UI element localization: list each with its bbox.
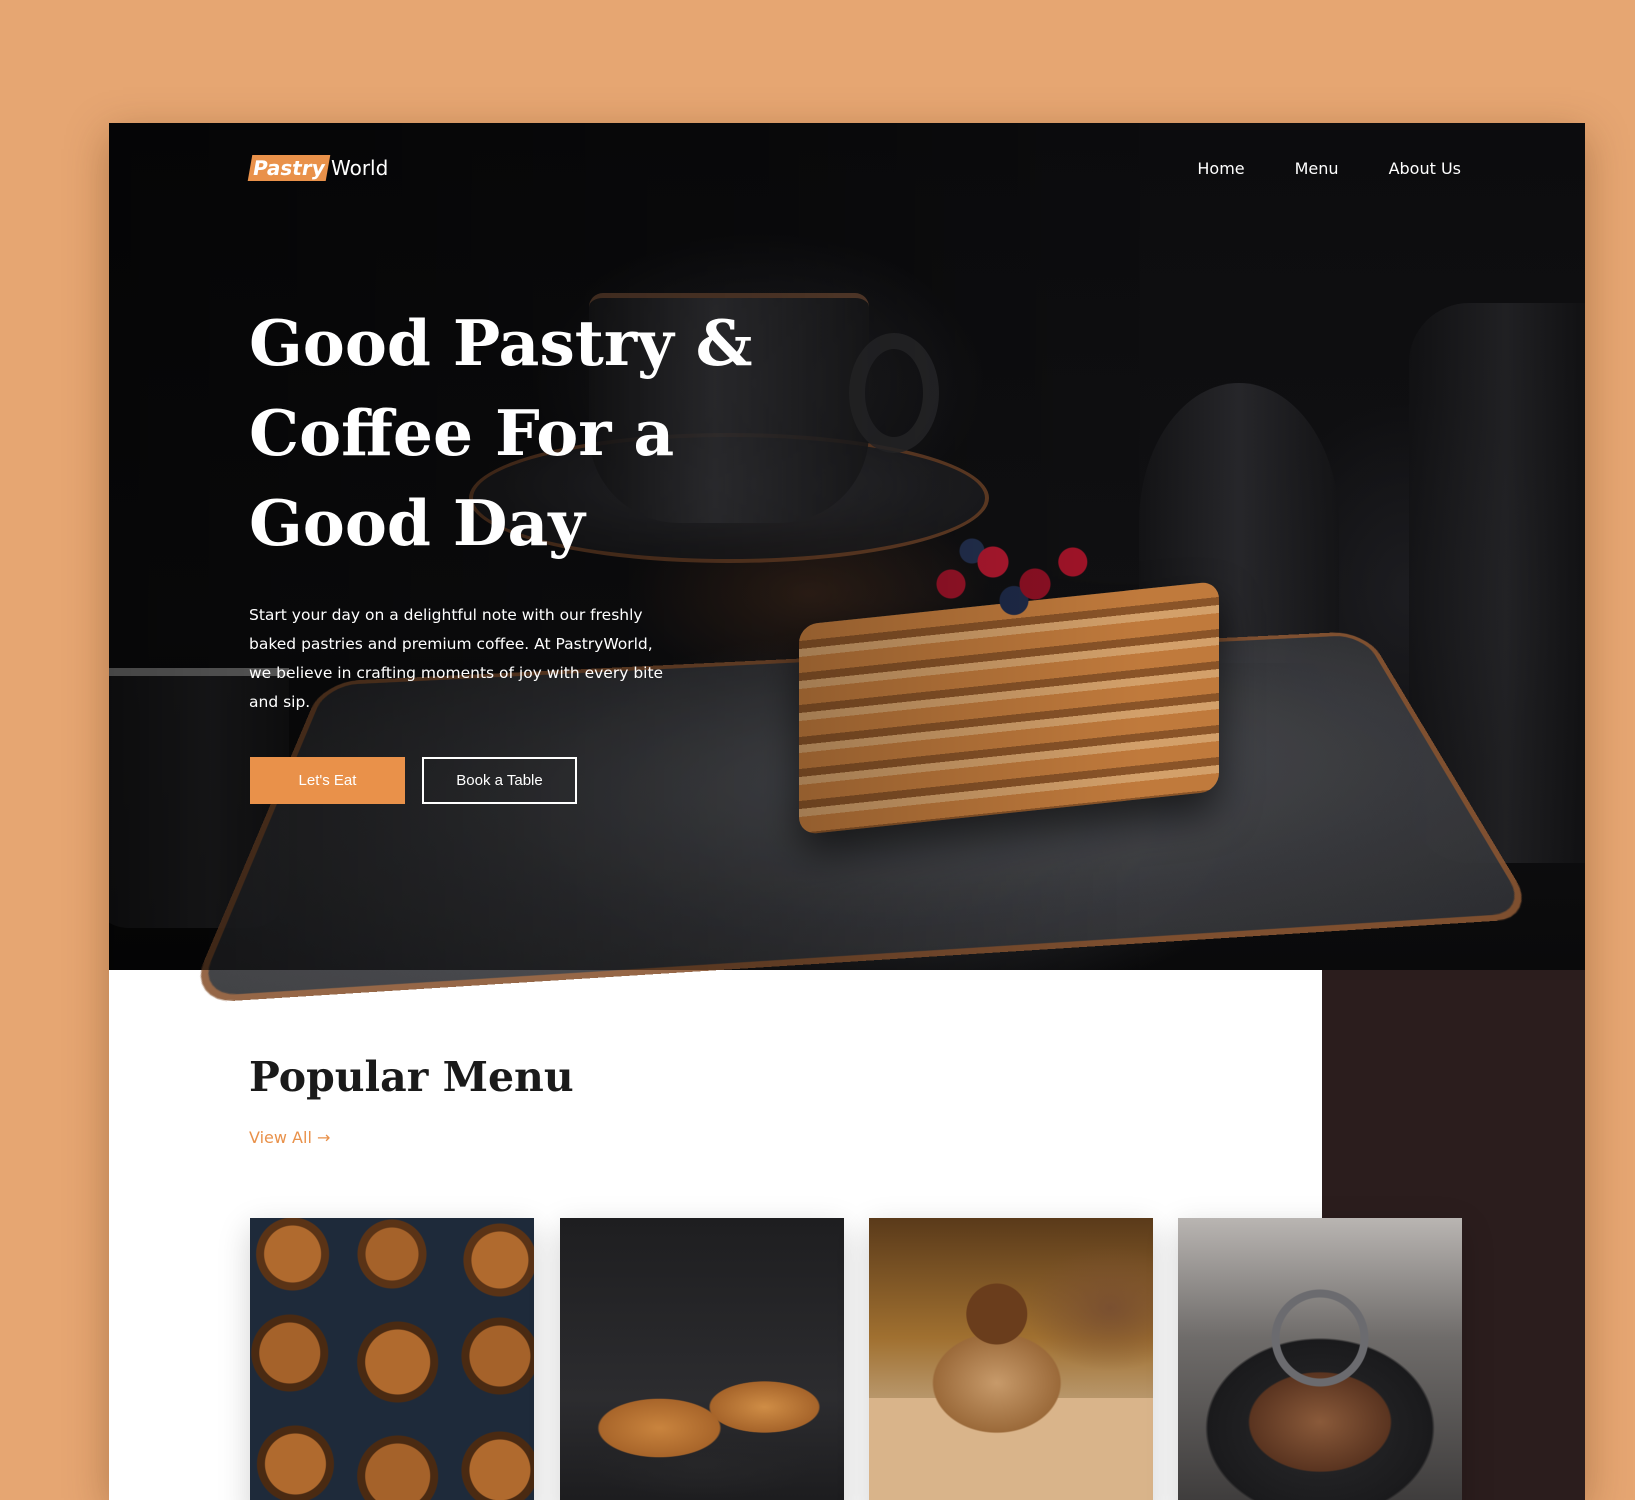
menu-card-dessert[interactable] [1178,1218,1462,1500]
main-nav: Home Menu About Us [1197,159,1461,178]
view-all-link[interactable]: View All → [249,1128,330,1147]
brand-logo-part2: World [330,156,389,180]
nav-item-about-us[interactable]: About Us [1389,159,1461,178]
nav-item-home[interactable]: Home [1197,159,1244,178]
hero-section: Pastry World Home Menu About Us Good Pas… [109,123,1585,1004]
hero-title: Good Pastry & Coffee For a Good Day [249,306,753,560]
lets-eat-button[interactable]: Let's Eat [250,757,405,804]
menu-card-croissants[interactable] [560,1218,844,1500]
menu-card-cinnamon-rolls[interactable] [250,1218,534,1500]
brand-logo[interactable]: Pastry World [247,155,389,181]
hero-description: Start your day on a delightful note with… [249,606,664,711]
browser-frame: Pastry World Home Menu About Us Good Pas… [109,123,1585,1500]
popular-menu-title: Popular Menu [249,1053,574,1101]
book-table-button[interactable]: Book a Table [422,757,577,804]
nav-item-menu[interactable]: Menu [1295,159,1339,178]
menu-card-cupcake[interactable] [869,1218,1153,1500]
brand-logo-part1: Pastry [247,155,331,181]
